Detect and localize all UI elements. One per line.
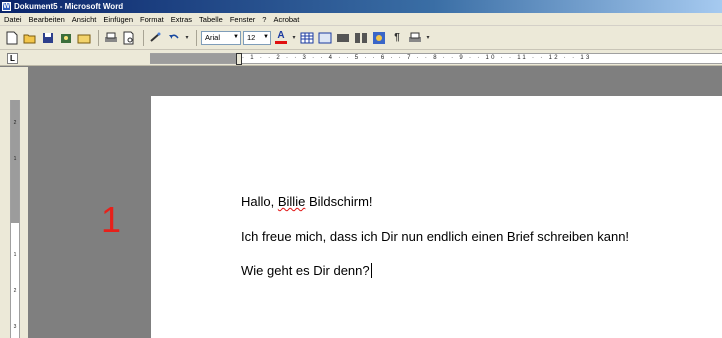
greeting-rest: Bildschirm! — [305, 194, 373, 209]
v-ruler-tick: 2 — [13, 288, 17, 294]
font-name-select[interactable]: Arial ▼ — [201, 30, 241, 45]
menu-ansicht[interactable]: Ansicht — [72, 13, 97, 26]
font-color-dropdown-icon[interactable]: ▾ — [291, 30, 297, 46]
tables-borders-icon[interactable] — [317, 30, 333, 46]
drawing-icon[interactable] — [371, 30, 387, 46]
tab-selector[interactable]: L — [7, 53, 18, 64]
ruler-ticks: · 1 · · 2 · · 3 · · 4 · · 5 · · 6 · · 7 … — [242, 55, 592, 61]
menu-tabelle[interactable]: Tabelle — [199, 13, 223, 26]
ruler-left-margin — [150, 54, 238, 63]
vertical-ruler-area: 2 1 1 2 3 — [0, 67, 28, 338]
toolbar-separator — [196, 29, 197, 46]
menu-acrobat[interactable]: Acrobat — [273, 13, 299, 26]
font-color-icon[interactable]: A — [273, 30, 289, 46]
menu-einfuegen[interactable]: Einfügen — [103, 13, 133, 26]
standard-toolbar: ▾ Arial ▼ 12 ▼ A ▾ ¶ ▾ — [0, 26, 722, 50]
toolbar-separator — [143, 29, 144, 46]
toolbar-separator — [98, 29, 99, 46]
font-size-value: 12 — [247, 33, 256, 42]
print-icon[interactable] — [103, 30, 119, 46]
font-color-glyph: A — [277, 30, 285, 41]
menu-fenster[interactable]: Fenster — [230, 13, 255, 26]
misspelled-word: Billie — [277, 194, 306, 209]
title-bar: W Dokument5 - Microsoft Word — [0, 0, 722, 13]
undo-icon[interactable] — [166, 30, 182, 46]
v-ruler-tick: 3 — [13, 324, 17, 330]
insert-excel-icon[interactable] — [335, 30, 351, 46]
insert-table-icon[interactable] — [299, 30, 315, 46]
toolbar-options-icon[interactable]: ▾ — [425, 30, 431, 46]
v-ruler-tick: 2 — [13, 120, 17, 126]
vertical-ruler[interactable]: 2 1 1 2 3 — [10, 100, 20, 338]
undo-dropdown-icon[interactable]: ▾ — [184, 30, 190, 46]
document-line-1[interactable]: Hallo, Billie Bildschirm! — [241, 194, 373, 209]
font-name-value: Arial — [205, 33, 221, 42]
v-ruler-tick: 1 — [13, 156, 17, 162]
print-preview-icon[interactable] — [121, 30, 137, 46]
print-icon[interactable] — [407, 30, 423, 46]
document-line-3[interactable]: Wie geht es Dir denn? — [241, 263, 372, 278]
menu-bar: Datei Bearbeiten Ansicht Einfügen Format… — [0, 13, 722, 26]
menu-datei[interactable]: Datei — [4, 13, 22, 26]
greeting-text: Hallo, — [241, 194, 278, 209]
v-ruler-tick: 1 — [13, 252, 17, 258]
text-cursor — [370, 263, 372, 278]
line-3-text: Wie geht es Dir denn? — [241, 263, 370, 278]
document-line-2[interactable]: Ich freue mich, dass ich Dir nun endlich… — [241, 229, 629, 244]
pilcrow-glyph: ¶ — [394, 32, 400, 43]
word-app-icon[interactable]: W — [2, 2, 11, 11]
columns-icon[interactable] — [353, 30, 369, 46]
document-page[interactable]: Hallo, Billie Bildschirm! Ich freue mich… — [151, 96, 722, 338]
chevron-down-icon: ▼ — [233, 33, 239, 40]
open-folder-icon[interactable] — [22, 30, 38, 46]
save-icon[interactable] — [40, 30, 56, 46]
show-formatting-icon[interactable]: ¶ — [389, 30, 405, 46]
email-icon[interactable] — [76, 30, 92, 46]
font-size-select[interactable]: 12 ▼ — [243, 30, 271, 45]
menu-help[interactable]: ? — [262, 13, 266, 26]
ruler-row: L · 1 · · 2 · · 3 · · 4 · · 5 · · 6 · · … — [0, 50, 722, 66]
format-painter-icon[interactable] — [148, 30, 164, 46]
horizontal-ruler[interactable]: · 1 · · 2 · · 3 · · 4 · · 5 · · 6 · · 7 … — [150, 53, 722, 65]
new-document-icon[interactable] — [4, 30, 20, 46]
permission-icon[interactable] — [58, 30, 74, 46]
menu-format[interactable]: Format — [140, 13, 164, 26]
menu-bearbeiten[interactable]: Bearbeiten — [29, 13, 65, 26]
menu-extras[interactable]: Extras — [171, 13, 192, 26]
chevron-down-icon: ▼ — [263, 33, 269, 40]
window-title: Dokument5 - Microsoft Word — [14, 2, 124, 11]
page-marker-annotation: 1 — [101, 199, 122, 240]
